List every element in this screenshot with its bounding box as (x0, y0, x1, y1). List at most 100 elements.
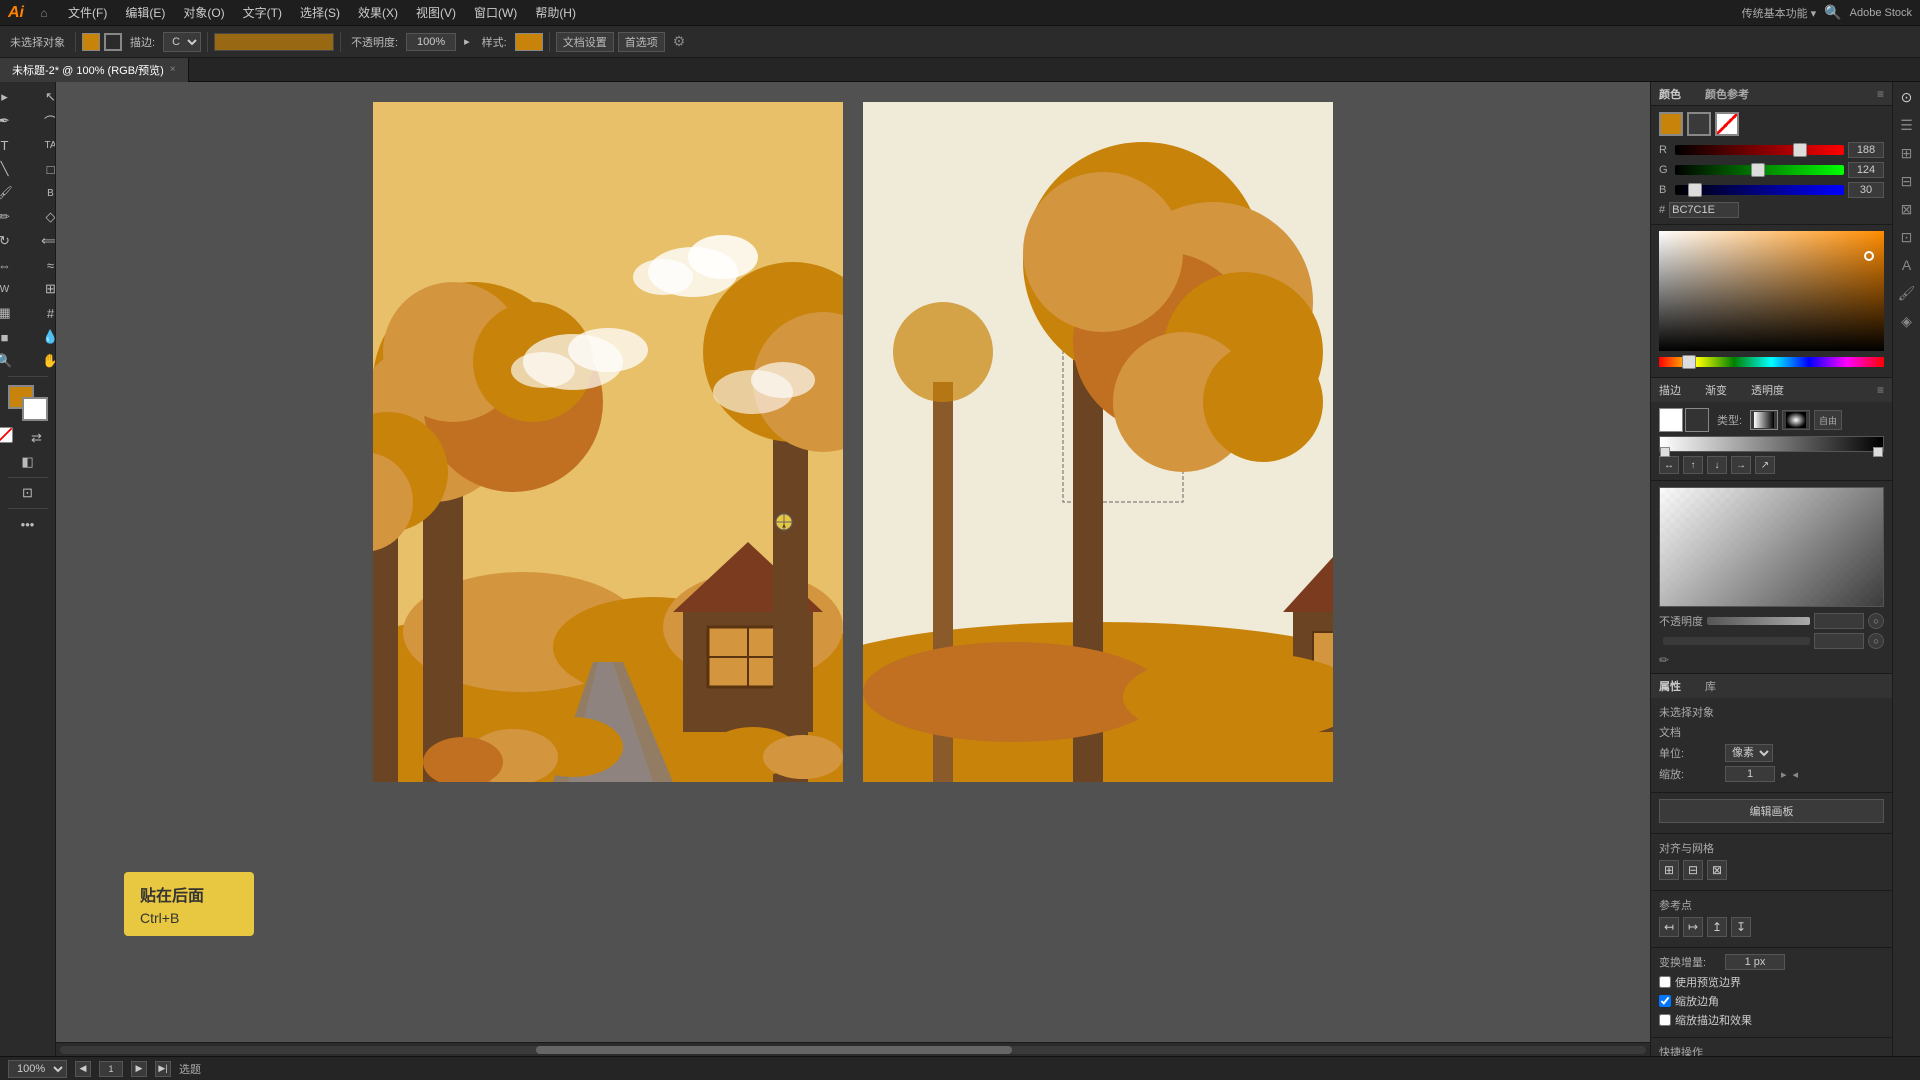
ref-btn1[interactable]: ↤ (1659, 917, 1679, 937)
opacity-track[interactable] (1707, 617, 1810, 625)
menu-text[interactable]: 文字(T) (235, 2, 290, 23)
bg-color-swatch2[interactable] (1687, 112, 1711, 136)
fg-color-swatch[interactable] (1659, 112, 1683, 136)
next-page-btn[interactable]: ▶ (131, 1061, 147, 1077)
zoom-tool[interactable]: 🔍 (0, 350, 27, 372)
color-wheel-icon[interactable]: ⊙ (1896, 86, 1918, 108)
freeform-gradient-btn[interactable]: 自由 (1814, 410, 1842, 430)
r-thumb[interactable] (1793, 143, 1807, 157)
preview-bounds-checkbox[interactable] (1659, 976, 1671, 988)
blend-track[interactable] (1663, 637, 1810, 645)
linear-gradient-btn[interactable] (1750, 410, 1778, 430)
unit-select[interactable]: 像素 (1725, 744, 1773, 762)
warp-tool[interactable]: ≈ (29, 254, 57, 276)
gradient-tool[interactable]: ■ (0, 326, 27, 348)
pencil-icon[interactable]: ✏ (1659, 653, 1669, 667)
zoom-dropdown[interactable]: 100% (8, 1060, 67, 1078)
scale-stroke-checkbox[interactable] (1659, 1014, 1671, 1026)
pencil-tool[interactable]: ✏ (0, 206, 27, 228)
color-mode[interactable]: ▣ (0, 451, 4, 473)
align-btn2[interactable]: ⊟ (1683, 860, 1703, 880)
gradient-mode[interactable]: ◧ (6, 451, 50, 473)
ref-btn2[interactable]: ↦ (1683, 917, 1703, 937)
grad-arrow-btn[interactable]: → (1731, 456, 1751, 474)
none-swatch[interactable] (0, 427, 13, 443)
menu-select[interactable]: 选择(S) (292, 2, 348, 23)
opacity-options-btn[interactable]: ○ (1868, 613, 1884, 629)
g-thumb[interactable] (1751, 163, 1765, 177)
align-btn3[interactable]: ⊠ (1707, 860, 1727, 880)
line-tool[interactable]: ╲ (0, 158, 27, 180)
text-tool[interactable]: T (0, 134, 27, 156)
grad-reverse-btn[interactable]: ↔ (1659, 456, 1679, 474)
gradient-panel-menu[interactable]: ≡ (1877, 383, 1884, 397)
hue-strip[interactable] (1659, 357, 1884, 367)
width-tool[interactable]: W (0, 278, 27, 300)
gradient-strip[interactable] (1659, 436, 1884, 452)
radial-gradient-btn[interactable] (1782, 410, 1810, 430)
menu-view[interactable]: 视图(V) (408, 2, 464, 23)
shaper-tool[interactable]: ◇ (29, 206, 57, 228)
preferences-button[interactable]: 首选项 (618, 32, 665, 52)
menu-file[interactable]: 文件(F) (60, 2, 115, 23)
menu-edit[interactable]: 编辑(E) (117, 2, 173, 23)
style-swatch[interactable] (515, 33, 543, 51)
blend-options-btn[interactable]: ○ (1868, 633, 1884, 649)
free-transform-tool[interactable]: ⊞ (29, 278, 57, 300)
gradient-stop-black[interactable] (1873, 447, 1883, 457)
mesh-tool[interactable]: # (29, 302, 57, 324)
none-color-swatch[interactable] (1715, 112, 1739, 136)
rect-tool[interactable]: □ (29, 158, 57, 180)
align-btn1[interactable]: ⊞ (1659, 860, 1679, 880)
blob-brush-tool[interactable]: B (29, 182, 57, 204)
more-tools[interactable]: ••• (6, 513, 50, 535)
align-icon[interactable]: ⊟ (1896, 170, 1918, 192)
prev-page-btn[interactable]: ◀ (75, 1061, 91, 1077)
transform-increment-input[interactable] (1725, 954, 1785, 970)
touch-type-tool[interactable]: TA (29, 134, 57, 156)
curvature-tool[interactable]: ⌒ (29, 110, 57, 132)
selection-tool[interactable]: ▸ (0, 86, 27, 108)
search-icon[interactable]: 🔍 (1824, 4, 1841, 21)
grad-dark-swatch[interactable] (1685, 408, 1709, 432)
g-value[interactable] (1848, 162, 1884, 178)
blend-value-input[interactable] (1814, 633, 1864, 649)
transform-icon[interactable]: ⊞ (1896, 142, 1918, 164)
stroke-weight-select[interactable]: C (163, 32, 201, 52)
menu-help[interactable]: 帮助(H) (527, 2, 584, 23)
stroke-swatch[interactable] (104, 33, 122, 51)
hue-thumb[interactable] (1682, 355, 1696, 369)
h-scrollbar-track[interactable] (60, 1046, 1646, 1054)
stroke-color-box[interactable] (214, 33, 334, 51)
home-icon[interactable]: ⌂ (34, 3, 54, 23)
menu-window[interactable]: 窗口(W) (466, 2, 525, 23)
direct-selection-tool[interactable]: ↖ (29, 86, 57, 108)
b-slider[interactable] (1675, 185, 1844, 195)
color-picker-gradient[interactable] (1659, 231, 1884, 351)
r-value[interactable] (1848, 142, 1884, 158)
reflect-tool[interactable]: ⟺ (29, 230, 57, 252)
scale-tool[interactable]: ⇔ (0, 254, 27, 276)
brush-icon[interactable]: 🖌 (1896, 282, 1918, 304)
b-thumb[interactable] (1688, 183, 1702, 197)
symbol-icon[interactable]: ◈ (1896, 310, 1918, 332)
pathfinder-icon[interactable]: ⊠ (1896, 198, 1918, 220)
canvas-area[interactable]: 贴在后面 Ctrl+B (56, 82, 1650, 1056)
ref-btn4[interactable]: ↧ (1731, 917, 1751, 937)
active-tab[interactable]: 未标题-2* @ 100% (RGB/预览) × (0, 58, 189, 82)
layout-icon[interactable]: ⊡ (1896, 226, 1918, 248)
gradient-panel-header[interactable]: 描边 渐变 透明度 ≡ (1651, 378, 1892, 402)
fill-swatch[interactable] (82, 33, 100, 51)
bar-chart-tool[interactable]: ▦ (0, 302, 27, 324)
b-value[interactable] (1848, 182, 1884, 198)
rotate-tool[interactable]: ↻ (0, 230, 27, 252)
g-slider[interactable] (1675, 165, 1844, 175)
opacity-value-input[interactable] (1814, 613, 1864, 629)
eyedropper-tool[interactable]: 💧 (29, 326, 57, 348)
transform-option[interactable]: ⚙ (669, 31, 690, 52)
r-slider[interactable] (1675, 145, 1844, 155)
opacity-input[interactable] (406, 33, 456, 51)
gradient-stop-white[interactable] (1660, 447, 1670, 457)
hand-tool[interactable]: ✋ (29, 350, 57, 372)
swap-colors[interactable]: ⇄ (15, 427, 57, 449)
